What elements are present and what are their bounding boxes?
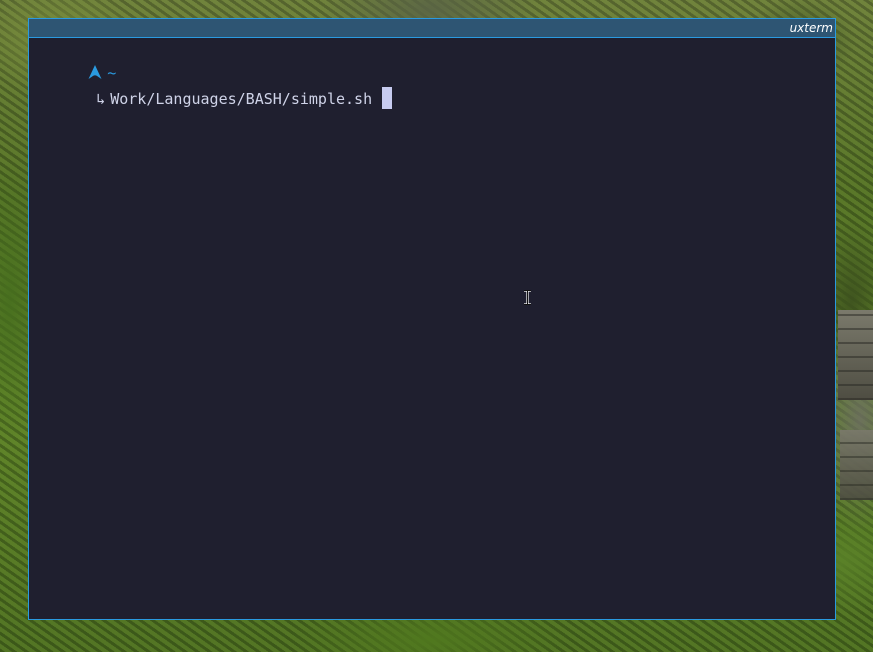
command-line[interactable]: ↳ Work/Languages/BASH/simple.sh [42,67,393,109]
wallpaper-ruin [840,430,873,500]
text-cursor-ibeam-icon [524,290,531,305]
window-title: uxterm [789,21,833,35]
command-input[interactable]: Work/Languages/BASH/simple.sh [110,90,372,108]
terminal-body[interactable]: ~ ↳ Work/Languages/BASH/simple.sh [29,38,835,619]
continuation-arrow: ↳ [96,90,106,108]
text-cursor [382,87,393,109]
wallpaper-ruin [838,310,873,400]
window-titlebar[interactable]: uxterm [29,19,835,38]
prompt-line: ~ [34,43,116,82]
terminal-window[interactable]: uxterm ~ ↳ Work/Languages/BASH/simple.sh [28,18,836,620]
